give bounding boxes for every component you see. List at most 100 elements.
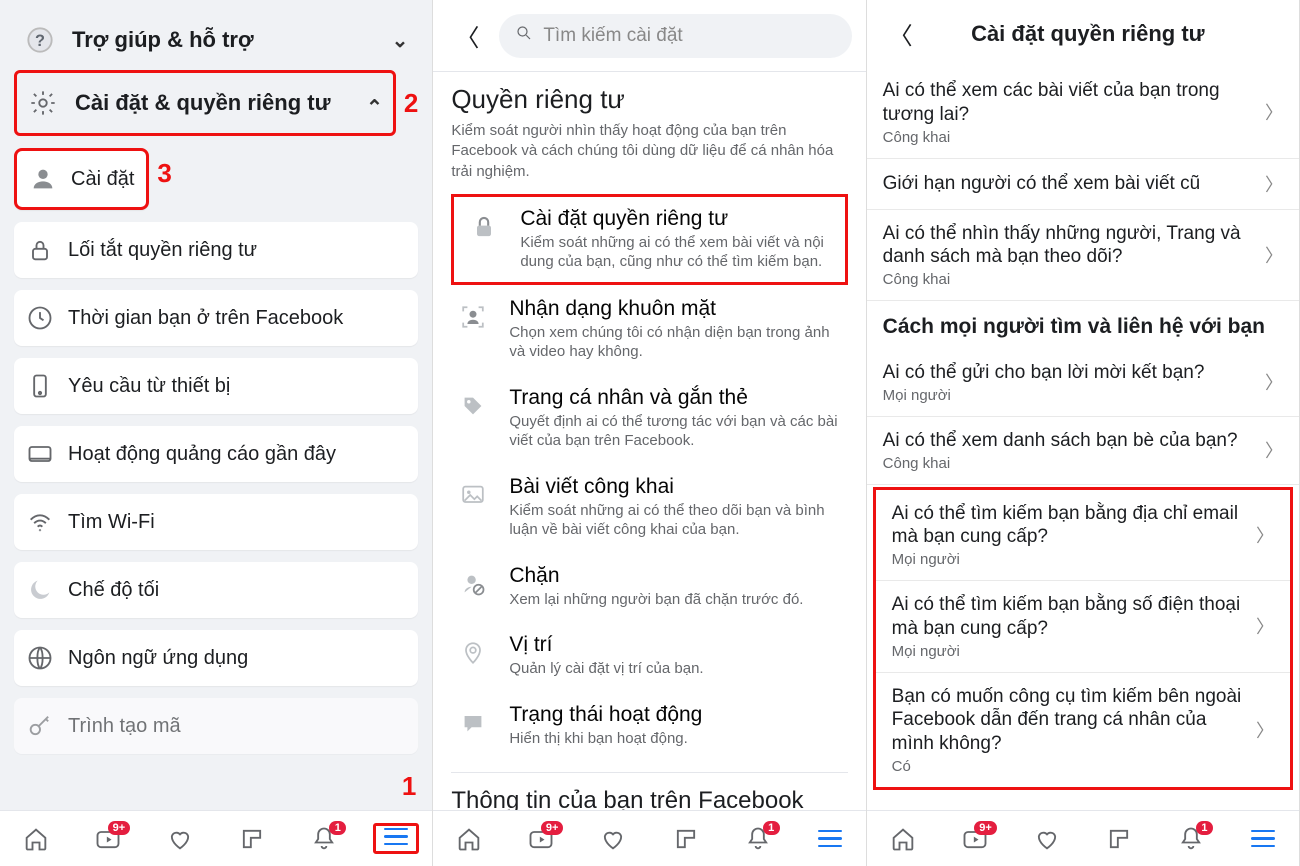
nav-gaming[interactable]: [650, 825, 722, 853]
nav-watch[interactable]: 9+: [72, 825, 144, 853]
settings-label: Cài đặt: [71, 168, 134, 191]
row-title: Ai có thể xem các bài viết của bạn trong…: [883, 79, 1255, 127]
device-requests-card[interactable]: Yêu cầu từ thiết bị: [14, 358, 418, 414]
card-label: Chế độ tối: [68, 579, 159, 602]
privacy-row[interactable]: Bạn có muốn công cụ tìm kiếm bên ngoài F…: [876, 673, 1290, 787]
person-icon: [29, 165, 57, 193]
nav-dating[interactable]: [577, 825, 649, 853]
row-location[interactable]: Vị trí Quản lý cài đặt vị trí của bạn.: [451, 621, 847, 691]
gear-icon: [27, 87, 59, 119]
row-profile-tagging[interactable]: Trang cá nhân và gắn thẻ Quyết định ai c…: [451, 374, 847, 463]
face-icon: [453, 297, 493, 337]
row-title: Bạn có muốn công cụ tìm kiếm bên ngoài F…: [892, 685, 1246, 756]
code-gen-card[interactable]: Trình tạo mã: [14, 698, 418, 754]
back-button[interactable]: 〈: [447, 12, 487, 59]
badge: 1: [329, 821, 346, 835]
settings-privacy-label: Cài đặt & quyền riêng tư: [75, 90, 366, 116]
bottom-nav: 9+ 1: [433, 810, 865, 866]
nav-watch[interactable]: 9+: [505, 825, 577, 853]
badge: 1: [1196, 821, 1213, 835]
find-wifi-card[interactable]: Tìm Wi-Fi: [14, 494, 418, 550]
nav-watch[interactable]: 9+: [939, 825, 1011, 853]
row-desc: Chọn xem chúng tôi có nhận diện bạn tron…: [509, 323, 845, 362]
nav-notifications[interactable]: 1: [288, 825, 360, 853]
dark-mode-card[interactable]: Chế độ tối: [14, 562, 418, 618]
image-icon: [453, 475, 493, 515]
row-title: Ai có thể gửi cho bạn lời mời kết bạn?: [883, 361, 1255, 385]
moon-icon: [26, 576, 54, 604]
clock-icon: [26, 304, 54, 332]
row-blocking[interactable]: Chặn Xem lại những người bạn đã chặn trư…: [451, 552, 847, 622]
row-title: Ai có thể nhìn thấy những người, Trang v…: [883, 222, 1255, 270]
row-desc: Hiển thị khi bạn hoạt động.: [509, 729, 845, 749]
chevron-right-icon: 〉: [1255, 99, 1283, 125]
row-active-status[interactable]: Trạng thái hoạt động Hiển thị khi bạn ho…: [451, 691, 847, 761]
pin-icon: [453, 633, 493, 673]
globe-icon: [26, 644, 54, 672]
nav-menu[interactable]: [360, 823, 432, 855]
row-title: Giới hạn người có thể xem bài viết cũ: [883, 172, 1255, 196]
row-value: Mọi người: [892, 551, 1246, 568]
language-card[interactable]: Ngôn ngữ ứng dụng: [14, 630, 418, 686]
chevron-right-icon: 〉: [1255, 171, 1283, 197]
row-desc: Quản lý cài đặt vị trí của bạn.: [509, 659, 845, 679]
wifi-icon: [26, 508, 54, 536]
privacy-row[interactable]: Ai có thể tìm kiếm bạn bằng địa chỉ emai…: [876, 490, 1290, 582]
bottom-nav: 9+ 1: [867, 810, 1299, 866]
help-icon: ?: [24, 24, 56, 56]
nav-dating[interactable]: [144, 825, 216, 853]
lock-icon: [26, 236, 54, 264]
nav-home[interactable]: [433, 825, 505, 853]
card-label: Lối tắt quyền riêng tư: [68, 239, 257, 262]
panel-menu: ? Trợ giúp & hỗ trợ ⌄ Cài đặt & quyền ri…: [0, 0, 433, 866]
row-privacy-settings[interactable]: Cài đặt quyền riêng tư Kiểm soát những a…: [451, 194, 847, 285]
key-icon: [26, 712, 54, 740]
nav-home[interactable]: [867, 825, 939, 853]
privacy-row[interactable]: Giới hạn người có thể xem bài viết cũ 〉: [867, 159, 1299, 210]
privacy-row[interactable]: Ai có thể xem danh sách bạn bè của bạn? …: [867, 417, 1299, 485]
time-on-fb-card[interactable]: Thời gian bạn ở trên Facebook: [14, 290, 418, 346]
back-button[interactable]: 〈: [881, 10, 921, 57]
row-public-posts[interactable]: Bài viết công khai Kiểm soát những ai có…: [451, 463, 847, 552]
badge: 9+: [541, 821, 564, 835]
nav-gaming[interactable]: [1083, 825, 1155, 853]
privacy-row[interactable]: Ai có thể gửi cho bạn lời mời kết bạn? M…: [867, 349, 1299, 417]
card-label: Ngôn ngữ ứng dụng: [68, 647, 248, 670]
privacy-row[interactable]: Ai có thể tìm kiếm bạn bằng số điện thoạ…: [876, 581, 1290, 673]
section-desc: Kiểm soát người nhìn thấy hoạt động của …: [451, 121, 847, 182]
nav-notifications[interactable]: 1: [1155, 825, 1227, 853]
nav-gaming[interactable]: [216, 825, 288, 853]
row-value: Công khai: [883, 129, 1255, 146]
card-label: Tìm Wi-Fi: [68, 511, 155, 534]
privacy-shortcuts-card[interactable]: Lối tắt quyền riêng tư: [14, 222, 418, 278]
row-desc: Xem lại những người bạn đã chặn trước đó…: [509, 590, 845, 610]
settings-card[interactable]: Cài đặt: [14, 148, 149, 210]
search-input[interactable]: Tìm kiếm cài đặt: [499, 14, 851, 58]
row-value: Công khai: [883, 455, 1255, 472]
nav-notifications[interactable]: 1: [722, 825, 794, 853]
nav-dating[interactable]: [1011, 825, 1083, 853]
chevron-right-icon: 〉: [1255, 437, 1283, 463]
block-icon: [453, 564, 493, 604]
privacy-row[interactable]: Ai có thể nhìn thấy những người, Trang v…: [867, 210, 1299, 302]
row-title: Chặn: [509, 564, 845, 588]
row-title: Bài viết công khai: [509, 475, 845, 499]
row-face-recognition[interactable]: Nhận dạng khuôn mặt Chọn xem chúng tôi c…: [451, 285, 847, 374]
row-value: Mọi người: [892, 643, 1246, 660]
help-support-row[interactable]: ? Trợ giúp & hỗ trợ ⌄: [14, 10, 418, 70]
row-title: Ai có thể tìm kiếm bạn bằng địa chỉ emai…: [892, 502, 1246, 550]
row-desc: Kiểm soát những ai có thể theo dõi bạn v…: [509, 501, 845, 540]
row-title: Cài đặt quyền riêng tư: [520, 207, 834, 231]
nav-home[interactable]: [0, 825, 72, 853]
nav-menu[interactable]: [794, 830, 866, 848]
settings-privacy-row[interactable]: Cài đặt & quyền riêng tư ⌃: [14, 70, 396, 136]
page-title: Cài đặt quyền riêng tư: [921, 21, 1255, 47]
annotation-2: 2: [404, 88, 418, 119]
nav-menu[interactable]: [1227, 830, 1299, 848]
privacy-row[interactable]: Ai có thể xem các bài viết của bạn trong…: [867, 67, 1299, 159]
recent-ad-card[interactable]: Hoạt động quảng cáo gần đây: [14, 426, 418, 482]
chevron-up-icon: ⌃: [366, 95, 383, 120]
row-desc: Quyết định ai có thể tương tác với bạn v…: [509, 412, 845, 451]
row-title: Ai có thể tìm kiếm bạn bằng số điện thoạ…: [892, 593, 1246, 641]
chevron-right-icon: 〉: [1255, 369, 1283, 395]
